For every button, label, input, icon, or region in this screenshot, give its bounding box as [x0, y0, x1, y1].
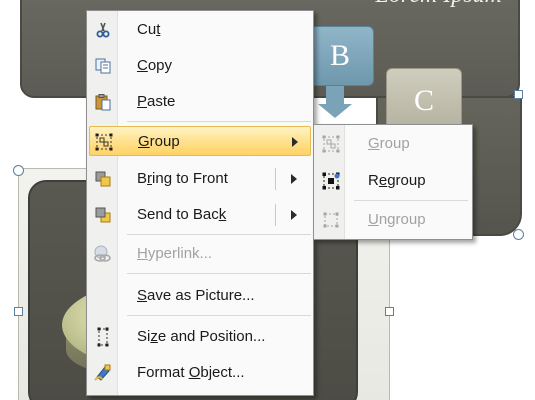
- submenu-item-label: Ungroup: [368, 211, 426, 228]
- regroup-icon: [321, 171, 341, 191]
- menu-item-label: Bring to Front: [137, 170, 228, 187]
- split-divider: [275, 204, 276, 226]
- ungroup-icon: [321, 210, 341, 230]
- submenu-item-group[interactable]: Group: [316, 129, 470, 159]
- menu-item-label: Save as Picture...: [137, 287, 255, 304]
- menu-item-label: Group: [138, 133, 180, 150]
- menu-item-label: Format Object...: [137, 364, 245, 381]
- submenu-item-regroup[interactable]: Regroup: [316, 166, 470, 196]
- send-to-back-icon: [93, 205, 113, 225]
- slide-heading: Lorem Ipsum: [376, 0, 502, 9]
- menu-item-paste[interactable]: Paste: [89, 87, 311, 117]
- rotate-handle[interactable]: [13, 165, 24, 176]
- menu-separator: [127, 234, 311, 235]
- menu-item-label: Hyperlink...: [137, 245, 213, 262]
- menu-separator: [127, 121, 311, 122]
- submenu-item-ungroup[interactable]: Ungroup: [316, 205, 470, 235]
- menu-separator: [127, 273, 311, 274]
- resize-handle-right-panel[interactable]: [514, 90, 523, 99]
- down-arrow-head: [318, 104, 352, 118]
- menu-item-label: Cut: [137, 21, 161, 38]
- menu-item-copy[interactable]: Copy: [89, 51, 311, 81]
- group-icon: [94, 132, 114, 152]
- paste-icon: [93, 92, 113, 112]
- menu-item-hyperlink[interactable]: Hyperlink...: [89, 239, 311, 269]
- menu-item-size-and-position[interactable]: Size and Position...: [89, 322, 311, 352]
- hyperlink-icon: [93, 244, 113, 264]
- resize-handle-left[interactable]: [14, 307, 23, 316]
- menu-item-label: Size and Position...: [137, 328, 266, 345]
- copy-icon: [93, 56, 113, 76]
- resize-handle-bottom-right[interactable]: [513, 229, 524, 240]
- menu-item-format-object[interactable]: Format Object...: [89, 358, 311, 388]
- scissors-icon: [93, 20, 113, 40]
- menu-item-send-to-back[interactable]: Send to Back: [89, 200, 311, 230]
- submenu-arrow-icon: [292, 137, 298, 147]
- menu-item-group[interactable]: Group: [89, 126, 311, 156]
- menu-item-cut[interactable]: Cut: [89, 15, 311, 45]
- submenu-item-label: Regroup: [368, 172, 426, 189]
- group-icon: [321, 134, 341, 154]
- submenu-separator: [354, 200, 468, 201]
- menu-item-label: Paste: [137, 93, 176, 110]
- down-arrow-shaft: [326, 86, 344, 106]
- bring-to-front-icon: [93, 169, 113, 189]
- box-b-shape[interactable]: B: [306, 26, 374, 86]
- menu-item-label: Copy: [137, 57, 173, 74]
- format-object-icon: [93, 363, 113, 383]
- context-menu: Cut Copy Paste Group Bring to Front Send…: [86, 10, 314, 396]
- group-submenu: Group Regroup Ungroup: [313, 124, 473, 240]
- menu-item-save-as-picture[interactable]: Save as Picture...: [89, 281, 311, 311]
- submenu-item-label: Group: [368, 135, 410, 152]
- menu-item-label: Send to Back: [137, 206, 227, 223]
- menu-separator: [127, 315, 311, 316]
- submenu-arrow-icon[interactable]: [291, 174, 297, 184]
- resize-handle-right[interactable]: [385, 307, 394, 316]
- menu-item-bring-to-front[interactable]: Bring to Front: [89, 164, 311, 194]
- submenu-arrow-icon[interactable]: [291, 210, 297, 220]
- size-position-icon: [93, 327, 113, 347]
- split-divider: [275, 168, 276, 190]
